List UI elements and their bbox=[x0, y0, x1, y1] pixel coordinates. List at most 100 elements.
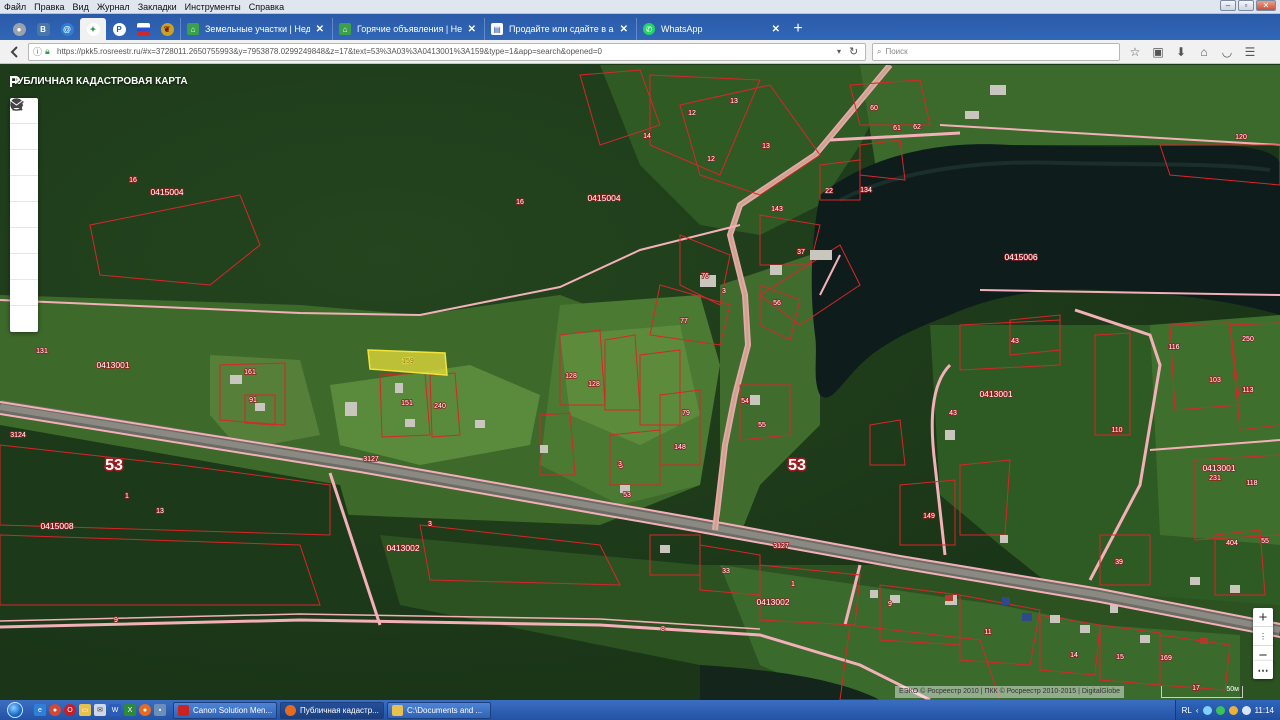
url-bar[interactable]: ⓘ 🔒︎ https://pkk5.rosreestr.ru/#x=372801… bbox=[28, 42, 866, 61]
zoom-slider[interactable]: ⋮ bbox=[1253, 627, 1273, 646]
feedback-button[interactable] bbox=[10, 100, 38, 332]
language-indicator[interactable]: RL bbox=[1182, 706, 1192, 715]
tab-land-plots[interactable]: ⌂ Земельные участки | Недви... ✕ bbox=[180, 18, 330, 40]
parcel-label: 60 bbox=[870, 105, 878, 112]
opera-icon[interactable]: O bbox=[64, 704, 76, 716]
pinned-tab-vk[interactable]: B bbox=[32, 18, 54, 40]
print-button[interactable] bbox=[10, 99, 38, 280]
menu-bookmarks[interactable]: Закладки bbox=[138, 2, 177, 12]
tray-arrow-icon[interactable]: ‹ bbox=[1196, 706, 1199, 715]
parcel-label: 131 bbox=[36, 348, 48, 355]
word-icon[interactable]: W bbox=[109, 704, 121, 716]
minimize-button[interactable]: – bbox=[1220, 0, 1236, 11]
scale-bar: 50м bbox=[1161, 686, 1243, 698]
bookmark-star-icon[interactable]: ☆ bbox=[1126, 43, 1144, 61]
pinned-tab-pkk[interactable]: P bbox=[108, 18, 130, 40]
parcel-label: 43 bbox=[1011, 338, 1019, 345]
security-icon[interactable] bbox=[1215, 705, 1225, 715]
quarter-label: 0413001 bbox=[1202, 463, 1235, 473]
search-field[interactable]: ⌕ Поиск bbox=[872, 42, 1120, 61]
firefox-icon[interactable]: ● bbox=[139, 704, 151, 716]
close-tab-icon[interactable]: ✕ bbox=[772, 24, 780, 35]
task-firefox-pkk[interactable]: Публичная кадастр... bbox=[280, 701, 384, 719]
parcel-label: 116 bbox=[1168, 344, 1179, 351]
reading-list-icon[interactable]: ▣ bbox=[1149, 43, 1167, 61]
explorer-icon[interactable]: ▭ bbox=[79, 704, 91, 716]
close-tab-icon[interactable]: ✕ bbox=[620, 24, 628, 35]
network-icon[interactable] bbox=[1202, 705, 1212, 715]
more-options-button[interactable]: ⋯ bbox=[1253, 661, 1273, 679]
parcel-label: 8 bbox=[661, 626, 665, 633]
mail-app-icon[interactable]: ✉ bbox=[94, 704, 106, 716]
pinned-tab-flag[interactable] bbox=[132, 18, 154, 40]
maximize-button[interactable]: ▫ bbox=[1238, 0, 1254, 11]
quarter-label: 0415004 bbox=[150, 187, 183, 197]
close-tab-icon[interactable]: ✕ bbox=[316, 24, 324, 35]
parcel-label: 128 bbox=[588, 381, 600, 388]
chrome-icon[interactable]: ● bbox=[49, 704, 61, 716]
pinned-tab-firefox[interactable]: ● bbox=[8, 18, 30, 40]
parcel-label: 103 bbox=[1209, 377, 1221, 384]
dropdown-icon[interactable]: ▾ bbox=[837, 47, 849, 56]
parcel-label: 55 bbox=[758, 422, 766, 429]
tab-whatsapp[interactable]: ✆ WhatsApp ✕ bbox=[636, 18, 786, 40]
hamburger-menu-icon[interactable]: ☰ bbox=[1241, 43, 1259, 61]
pinned-tab-rosreestr[interactable]: ✦ bbox=[80, 18, 106, 40]
canon-icon bbox=[178, 704, 189, 716]
ie-icon[interactable]: e bbox=[34, 704, 46, 716]
menu-file[interactable]: Файл bbox=[4, 2, 26, 12]
parcel-label: 54 bbox=[741, 398, 749, 405]
help-button[interactable]: ? bbox=[10, 98, 38, 306]
zoom-in-button[interactable]: + bbox=[1253, 608, 1273, 627]
map-labels: 53 53 0415004 0415004 0415006 0413001 0413001 0… bbox=[9, 97, 1269, 693]
info-button[interactable] bbox=[10, 98, 38, 150]
back-button[interactable] bbox=[6, 43, 24, 61]
info-icon[interactable]: ⓘ bbox=[33, 45, 45, 58]
parcel-label: 128 bbox=[565, 373, 577, 380]
excel-icon[interactable]: X bbox=[124, 704, 136, 716]
task-documents[interactable]: C:\Documents and ... bbox=[387, 701, 491, 719]
pinned-tab-gov[interactable]: ❦ bbox=[156, 18, 178, 40]
menu-help[interactable]: Справка bbox=[249, 2, 284, 12]
menu-tools[interactable]: Инструменты bbox=[185, 2, 241, 12]
close-window-button[interactable]: ✕ bbox=[1256, 0, 1276, 11]
parcel-label: 61 bbox=[893, 125, 901, 132]
highlighted-parcel-label: 159 bbox=[402, 358, 414, 365]
draw-button[interactable] bbox=[10, 100, 38, 202]
rosreestr-icon: ✦ bbox=[86, 22, 100, 36]
pkk-icon: P bbox=[112, 22, 126, 36]
measure-button[interactable] bbox=[10, 99, 38, 228]
start-button[interactable] bbox=[0, 700, 30, 720]
task-canon[interactable]: Canon Solution Men... bbox=[173, 701, 277, 719]
pocket-icon[interactable]: ◡ bbox=[1218, 43, 1236, 61]
close-tab-icon[interactable]: ✕ bbox=[468, 24, 476, 35]
tab-strip: ● B @ ✦ P ❦ ⌂ Земельные участки | Недви.… bbox=[0, 14, 1280, 40]
lock-icon: 🔒︎ bbox=[45, 46, 50, 56]
url-text: https://pkk5.rosreestr.ru/#x=3728011.265… bbox=[57, 47, 602, 56]
menu-edit[interactable]: Правка bbox=[34, 2, 64, 12]
system-tray: RL ‹ 11:14 bbox=[1174, 700, 1280, 720]
volume-icon[interactable] bbox=[1241, 705, 1251, 715]
bookmarks-button[interactable] bbox=[10, 99, 38, 254]
layers-button[interactable] bbox=[10, 98, 38, 176]
back-arrow-icon bbox=[10, 45, 18, 58]
update-icon[interactable] bbox=[1228, 705, 1238, 715]
download-icon[interactable]: ⬇ bbox=[1172, 43, 1190, 61]
new-tab-button[interactable]: + bbox=[788, 18, 808, 40]
quarter-label: 0413002 bbox=[386, 543, 419, 553]
map-toolbar: ? bbox=[10, 98, 38, 332]
pinned-tab-mail[interactable]: @ bbox=[56, 18, 78, 40]
search-icon: ⌕ bbox=[877, 46, 882, 56]
reload-icon[interactable]: ↻ bbox=[849, 45, 861, 58]
parcel-label: 13 bbox=[156, 508, 164, 515]
menu-view[interactable]: Вид bbox=[73, 2, 89, 12]
parcel-label: 1 bbox=[791, 581, 795, 588]
home-icon[interactable]: ⌂ bbox=[1195, 43, 1213, 61]
cadastral-map[interactable]: 53 53 0415004 0415004 0415006 0413001 0413001 0… bbox=[0, 65, 1280, 700]
tab-sell-rent[interactable]: ▤ Продайте или сдайте в аре... ✕ bbox=[484, 18, 634, 40]
tab-hot-listings[interactable]: ⌂ Горячие объявления | Недв... ✕ bbox=[332, 18, 482, 40]
menu-history[interactable]: Журнал bbox=[97, 2, 130, 12]
parcel-label: 3127 bbox=[363, 456, 379, 463]
app-icon[interactable]: ▪ bbox=[154, 704, 166, 716]
clock[interactable]: 11:14 bbox=[1255, 706, 1274, 715]
